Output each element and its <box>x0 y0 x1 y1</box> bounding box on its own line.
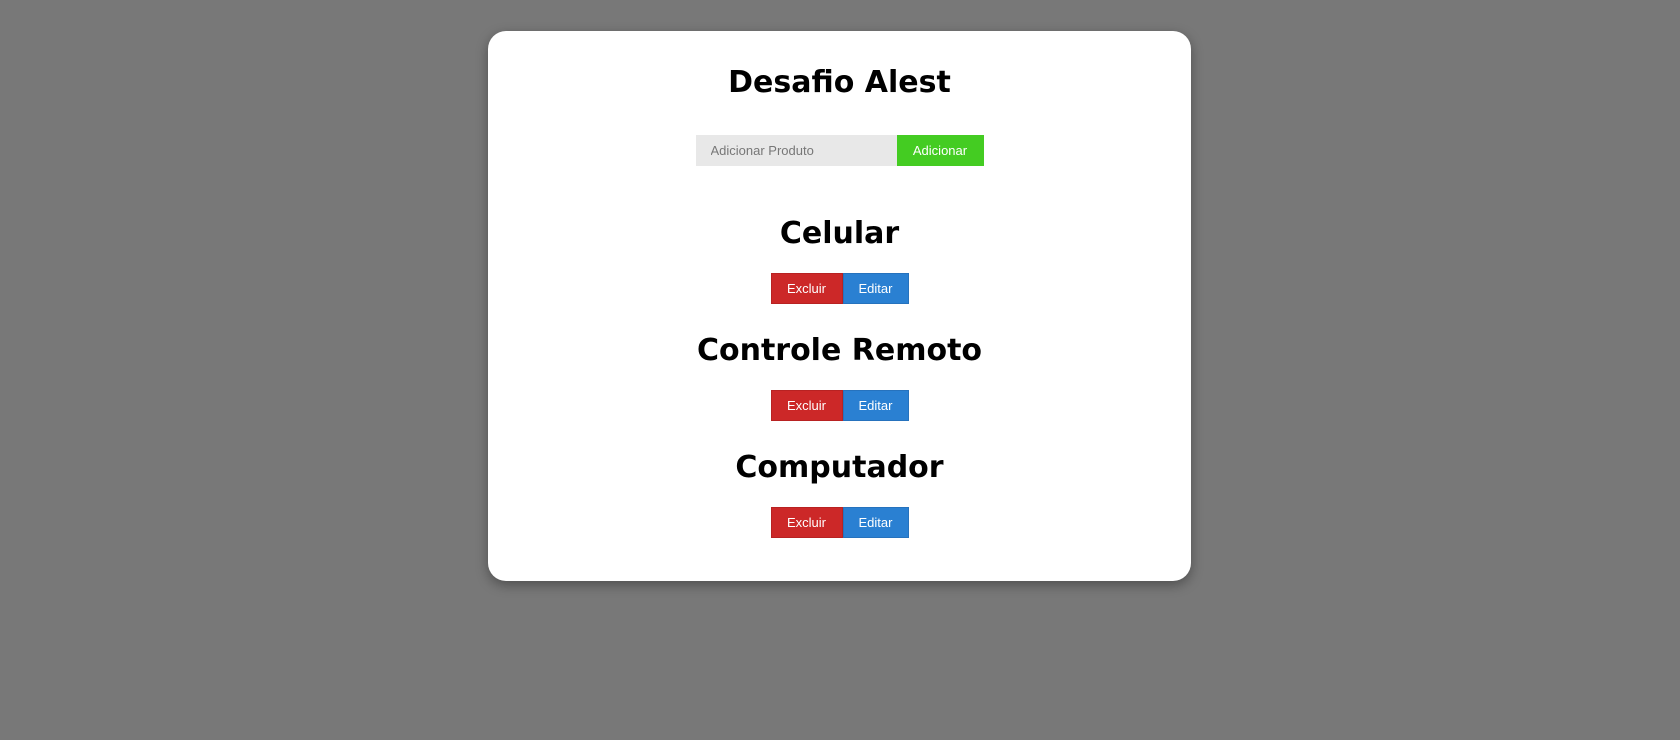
edit-button[interactable]: Editar <box>842 507 909 538</box>
edit-button[interactable]: Editar <box>842 273 909 304</box>
product-actions: Excluir Editar <box>488 273 1191 304</box>
product-name: Computador <box>735 450 944 485</box>
product-item: Celular Excluir Editar <box>488 216 1191 333</box>
product-item: Controle Remoto Excluir Editar <box>488 333 1191 450</box>
edit-button[interactable]: Editar <box>842 390 909 421</box>
add-product-button[interactable]: Adicionar <box>896 135 984 166</box>
page-title: Desafio Alest <box>728 65 951 100</box>
product-actions: Excluir Editar <box>488 507 1191 538</box>
product-name: Celular <box>779 216 900 251</box>
delete-button[interactable]: Excluir <box>770 507 843 538</box>
delete-button[interactable]: Excluir <box>770 390 843 421</box>
product-actions: Excluir Editar <box>488 390 1191 421</box>
product-item: Computador Excluir Editar <box>488 450 1191 567</box>
add-product-input[interactable] <box>695 135 897 166</box>
delete-button[interactable]: Excluir <box>770 273 843 304</box>
product-list: Celular Excluir Editar Controle Remoto E… <box>488 216 1191 567</box>
add-product-form: Adicionar <box>488 135 1191 166</box>
product-name: Controle Remoto <box>696 333 983 368</box>
main-card: Desafio Alest Adicionar Celular Excluir … <box>488 31 1191 581</box>
